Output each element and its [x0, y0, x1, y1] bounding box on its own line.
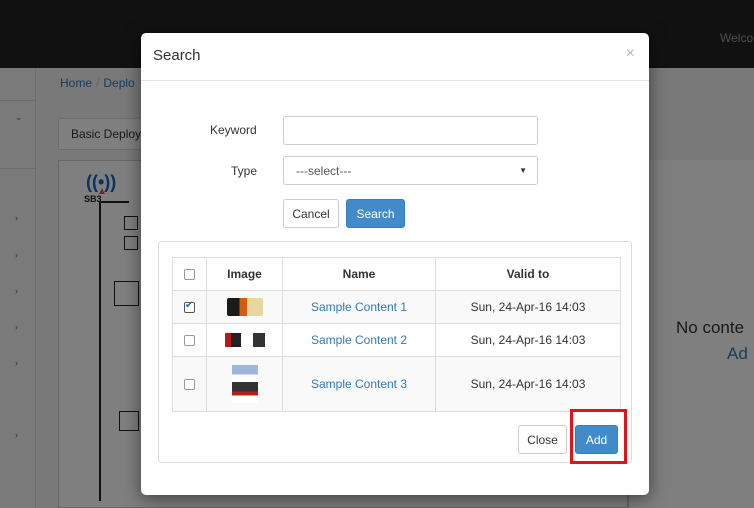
content-name-link[interactable]: Sample Content 3 — [282, 356, 436, 412]
close-icon[interactable]: × — [626, 45, 635, 63]
valid-to-cell: Sun, 24-Apr-16 14:03 — [435, 356, 621, 412]
valid-to-cell: Sun, 24-Apr-16 14:03 — [435, 323, 621, 357]
keyword-input[interactable] — [283, 116, 538, 145]
cancel-button[interactable]: Cancel — [283, 199, 339, 228]
row-checkbox[interactable] — [184, 335, 195, 347]
type-selected-value: ---select--- — [296, 164, 352, 178]
table-row[interactable]: Sample Content 3 Sun, 24-Apr-16 14:03 — [172, 356, 621, 412]
content-name-link[interactable]: Sample Content 1 — [282, 290, 436, 324]
results-table: Image Name Valid to Sample Content 1 Sun… — [172, 257, 621, 412]
row-checkbox[interactable] — [184, 300, 195, 314]
column-header-name: Name — [282, 257, 436, 291]
valid-to-cell: Sun, 24-Apr-16 14:03 — [435, 290, 621, 324]
type-select[interactable]: ---select--- ▼ — [283, 156, 538, 185]
row-checkbox-cell — [172, 290, 207, 324]
select-all-cell — [172, 257, 207, 291]
modal-header: Search × — [141, 33, 649, 81]
column-header-image: Image — [206, 257, 283, 291]
keyword-label: Keyword — [210, 123, 257, 137]
content-thumbnail — [231, 365, 258, 403]
image-cell — [206, 356, 283, 412]
content-thumbnail — [226, 298, 263, 316]
close-button[interactable]: Close — [518, 425, 567, 454]
modal-title: Search — [153, 47, 201, 64]
select-all-checkbox[interactable] — [184, 269, 195, 281]
row-checkbox-cell — [172, 356, 207, 412]
image-cell — [206, 323, 283, 357]
results-panel: Image Name Valid to Sample Content 1 Sun… — [158, 241, 632, 463]
highlight-box — [570, 409, 627, 464]
caret-down-icon: ▼ — [519, 166, 527, 175]
image-cell — [206, 290, 283, 324]
row-checkbox-cell — [172, 323, 207, 357]
search-button[interactable]: Search — [346, 199, 405, 228]
table-row[interactable]: Sample Content 1 Sun, 24-Apr-16 14:03 — [172, 290, 621, 324]
content-name-link[interactable]: Sample Content 2 — [282, 323, 436, 357]
table-row[interactable]: Sample Content 2 Sun, 24-Apr-16 14:03 — [172, 323, 621, 357]
search-modal: Search × Keyword Type ---select--- ▼ Can… — [141, 33, 649, 495]
type-label: Type — [231, 164, 258, 178]
row-checkbox[interactable] — [184, 379, 195, 391]
content-thumbnail — [224, 333, 265, 348]
column-header-valid-to: Valid to — [435, 257, 621, 291]
table-header-row: Image Name Valid to — [172, 257, 621, 291]
